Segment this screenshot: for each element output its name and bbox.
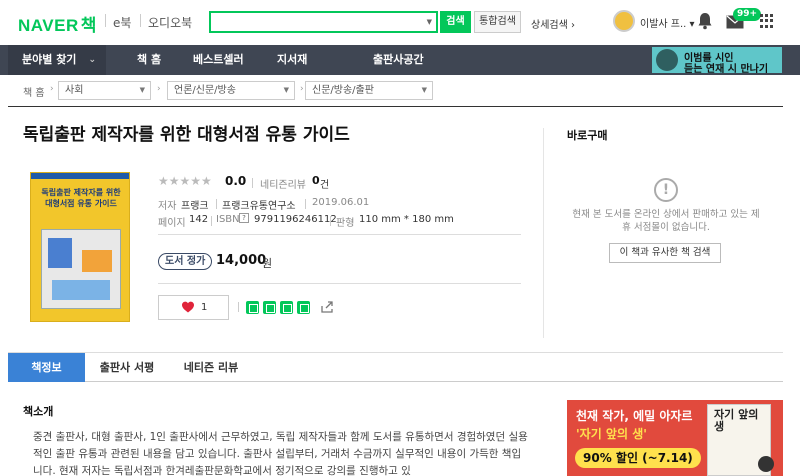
isbn-label: ISBN <box>216 214 240 225</box>
author-label: 저자 <box>158 201 177 212</box>
tab-netizen-review[interactable]: 네티즌 리뷰 <box>169 353 253 382</box>
breadcrumb-select-level2[interactable]: 언론/신문/방송 ▼ <box>167 81 295 100</box>
ad-banner[interactable]: 천재 작가, 에밀 아자르 '자기 앞의 생' 90% 할인 (~7.14) 자… <box>567 400 783 476</box>
divider <box>543 128 544 338</box>
rating-stars: ★★★★★ <box>158 174 212 188</box>
detail-tabs: 책정보 출판사 서평 네티즌 리뷰 <box>8 352 783 382</box>
naver-book-logo[interactable]: NAVER 책 <box>18 11 97 36</box>
size-value: 110 mm * 180 mm <box>359 214 454 225</box>
divider <box>158 234 521 235</box>
breadcrumb: 책 홈 › 사회 ▼ › 언론/신문/방송 ▼ › 신문/방송/출판 ▼ <box>0 80 800 102</box>
divider <box>158 283 521 284</box>
breadcrumb-home[interactable]: 책 홈 <box>23 84 45 99</box>
review-count[interactable]: 0 <box>312 174 320 187</box>
chevron-down-icon: ⌄ <box>88 55 96 65</box>
chevron-down-icon[interactable]: ▼ <box>427 18 432 26</box>
chevron-down-icon: ▼ <box>283 86 289 94</box>
divider <box>330 216 331 226</box>
nav-category-finder[interactable]: 분야별 찾기 ⌄ <box>8 45 106 75</box>
headphone-icon[interactable] <box>758 456 774 472</box>
publish-date: 2019.06.01 <box>312 197 370 208</box>
heart-icon <box>182 301 194 313</box>
breadcrumb-select-level1[interactable]: 사회 ▼ <box>58 81 151 100</box>
advanced-search-link[interactable]: 상세검색 › <box>531 16 575 31</box>
memo-share-icon[interactable] <box>297 301 310 314</box>
intro-title: 책소개 <box>23 405 54 418</box>
divider <box>252 178 253 188</box>
buy-now-title: 바로구매 <box>567 129 608 142</box>
chevron-down-icon: ▼ <box>139 86 145 94</box>
divider <box>216 199 217 209</box>
price-value: 14,000 <box>216 253 267 268</box>
like-count: 1 <box>201 302 208 313</box>
divider <box>305 199 306 209</box>
search-button[interactable]: 검색 <box>440 11 471 33</box>
top-header: NAVER 책 e북 오디오북 ▼ 검색 통합검색 상세검색 › 이발사 프.. … <box>0 0 800 45</box>
user-menu[interactable]: 이발사 프.. ▾ <box>640 15 695 30</box>
avatar[interactable] <box>613 10 635 32</box>
chevron-right-icon: › <box>300 84 304 94</box>
publisher-link[interactable]: 프랭크유통연구소 <box>222 197 296 212</box>
nav-my-library[interactable]: 지서재 <box>277 45 307 75</box>
bell-icon[interactable] <box>697 12 713 30</box>
nav-book-home[interactable]: 책 홈 <box>137 45 161 75</box>
apps-grid-icon[interactable] <box>760 14 774 28</box>
pages-value: 142 <box>189 214 209 225</box>
divider <box>140 14 141 27</box>
no-seller-message: 현재 본 도서를 온라인 상에서 판매하고 있는 제휴 서점몰이 없습니다. <box>572 209 760 233</box>
cover-illustration <box>41 229 121 309</box>
nav-publisher-space[interactable]: 출판사공간 <box>373 45 424 75</box>
alert-icon: ! <box>654 178 678 202</box>
breadcrumb-select-level3[interactable]: 신문/방송/출판 ▼ <box>305 81 433 100</box>
book-cover[interactable]: 독립출판 제작자를 위한 대형서점 유통 가이드 <box>30 172 130 322</box>
keep-share-icon[interactable] <box>280 301 293 314</box>
audiobook-link[interactable]: 오디오북 <box>148 14 192 31</box>
integrated-search-button[interactable]: 통합검색 <box>474 11 521 33</box>
blog-share-icon[interactable] <box>246 301 259 314</box>
size-label: 판형 <box>336 218 355 229</box>
search-input[interactable] <box>211 13 416 31</box>
share-icon[interactable] <box>320 300 334 314</box>
mail-badge: 99+ <box>733 8 762 21</box>
cafe-share-icon[interactable] <box>263 301 276 314</box>
main-nav: 분야별 찾기 ⌄ 책 홈 베스트셀러 지서재 출판사공간 이범를 시인 듣는 연… <box>0 45 800 75</box>
chevron-right-icon: › <box>50 84 54 94</box>
review-label: 네티즌리뷰 <box>260 180 306 191</box>
ad-headline: 천재 작가, 에밀 아자르 <box>576 409 693 423</box>
divider <box>105 14 106 27</box>
rating-score: 0.0 <box>225 174 247 188</box>
isbn-value: 9791196246112 <box>254 214 337 225</box>
ad-book-name: '자기 앞의 생' <box>576 427 647 441</box>
nav-bestseller[interactable]: 베스트셀러 <box>193 45 244 75</box>
tab-publisher-review[interactable]: 출판사 서평 <box>85 353 169 382</box>
isbn-help-icon[interactable]: ? <box>239 213 249 224</box>
pages-label: 페이지 <box>158 218 186 229</box>
intro-text: 중견 출판사, 대형 출판사, 1인 출판사에서 근무하였고, 독립 제작자들과… <box>33 431 528 476</box>
poet-portrait <box>656 49 678 71</box>
similar-books-button[interactable]: 이 책과 유사한 책 검색 <box>609 243 721 263</box>
promo-banner[interactable]: 이범를 시인 듣는 연재 시 만나기 <box>652 47 782 75</box>
chevron-down-icon: ▼ <box>421 86 427 94</box>
price-tag: 도서 정가 <box>158 253 213 270</box>
divider <box>238 302 239 312</box>
cover-title: 독립출판 제작자를 위한 대형서점 유통 가이드 <box>41 188 121 208</box>
search-box: ▼ <box>209 11 438 33</box>
price-unit: 원 <box>262 257 273 270</box>
review-unit: 건 <box>320 180 330 191</box>
divider <box>211 216 212 226</box>
book-title: 독립출판 제작자를 위한 대형서점 유통 가이드 <box>23 125 350 145</box>
divider <box>8 106 783 107</box>
author-link[interactable]: 프랭크 <box>181 197 209 212</box>
like-button[interactable]: 1 <box>158 295 229 320</box>
tab-book-info[interactable]: 책정보 <box>8 353 85 382</box>
chevron-right-icon: › <box>157 84 161 94</box>
ad-discount: 90% 할인 (~7.14) <box>575 448 701 468</box>
ebook-link[interactable]: e북 <box>113 14 131 31</box>
